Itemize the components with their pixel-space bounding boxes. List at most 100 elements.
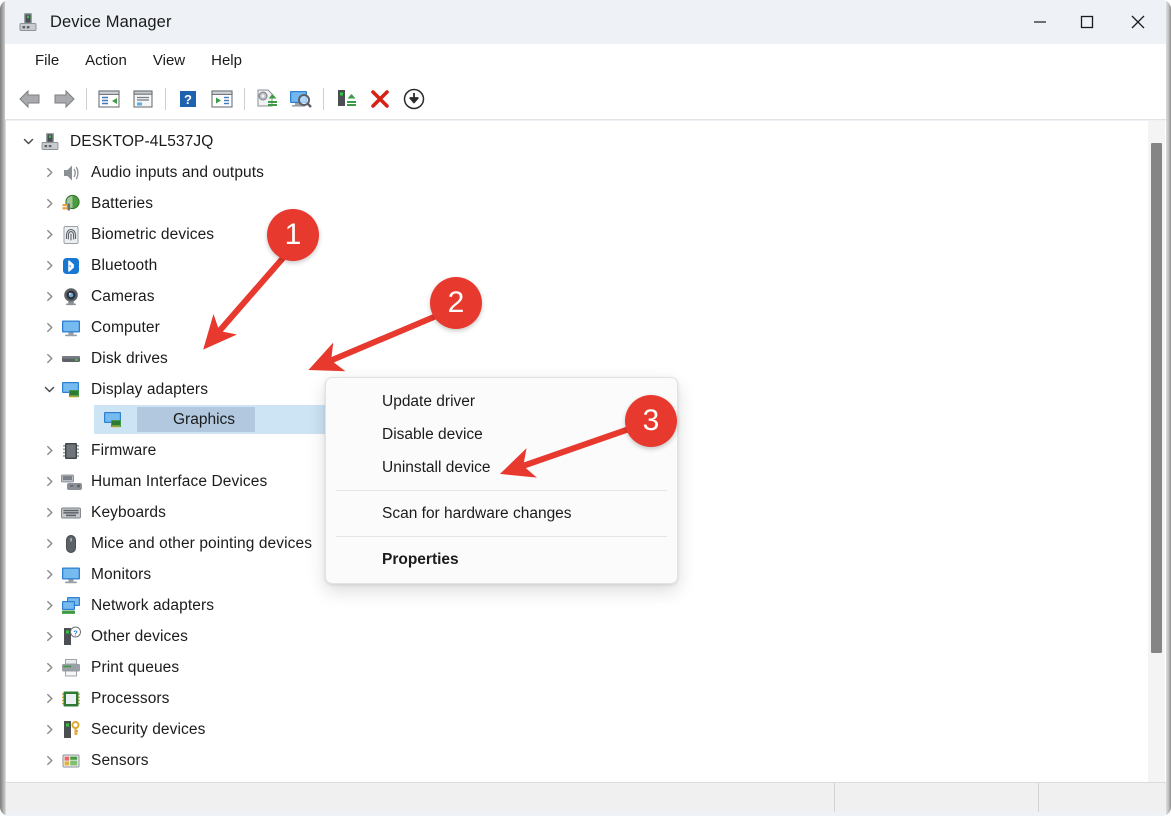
context-menu-item-update-driver[interactable]: Update driver: [326, 385, 677, 418]
annotation-badge-2: 2: [430, 277, 482, 329]
menu-action[interactable]: Action: [72, 49, 140, 73]
mouse-icon: [60, 533, 82, 555]
tree-item-disk-drives[interactable]: Disk drives: [6, 343, 1136, 374]
context-menu[interactable]: Update driver Disable device Uninstall d…: [325, 377, 678, 584]
tree-item-label: Disk drives: [91, 350, 168, 368]
chevron-right-icon[interactable]: [38, 693, 60, 704]
tree-root-node[interactable]: DESKTOP-4L537JQ: [6, 126, 1136, 157]
scan-hardware-icon[interactable]: [284, 83, 318, 115]
tree-item-bluetooth[interactable]: Bluetooth: [6, 250, 1136, 281]
monitor-icon: [60, 564, 82, 586]
chevron-right-icon[interactable]: [38, 476, 60, 487]
speaker-icon: [60, 162, 82, 184]
chevron-right-icon[interactable]: [38, 538, 60, 549]
scrollbar-thumb[interactable]: [1151, 143, 1162, 653]
context-menu-item-scan-for-hardware-changes[interactable]: Scan for hardware changes: [326, 497, 677, 530]
chevron-down-icon[interactable]: [38, 384, 60, 395]
tree-item-label: Sensors: [91, 752, 149, 770]
chevron-right-icon[interactable]: [38, 322, 60, 333]
help-question-icon[interactable]: ?: [171, 83, 205, 115]
chevron-right-icon[interactable]: [38, 167, 60, 178]
toolbar-separator: [86, 88, 87, 110]
chevron-right-icon[interactable]: [38, 631, 60, 642]
tree-item-label: Monitors: [91, 566, 151, 584]
chevron-right-icon[interactable]: [38, 353, 60, 364]
tree-item-other-devices[interactable]: ? Other devices: [6, 621, 1136, 652]
chevron-right-icon[interactable]: [38, 569, 60, 580]
toolbar: ?: [5, 78, 1166, 120]
back-arrow-icon[interactable]: [13, 83, 47, 115]
console-tree-icon[interactable]: [92, 83, 126, 115]
action-pane-icon[interactable]: [205, 83, 239, 115]
unknown-device-icon: ?: [60, 626, 82, 648]
vertical-scrollbar[interactable]: [1148, 121, 1165, 783]
monitor-icon: [60, 317, 82, 339]
menu-help[interactable]: Help: [198, 49, 255, 73]
chevron-right-icon[interactable]: [38, 662, 60, 673]
tree-item-cameras[interactable]: Cameras: [6, 281, 1136, 312]
tree-item-label: Other devices: [91, 628, 188, 646]
tree-item-label: Human Interface Devices: [91, 473, 267, 491]
battery-icon: [60, 193, 82, 215]
properties-window-icon[interactable]: [126, 83, 160, 115]
chevron-right-icon[interactable]: [38, 724, 60, 735]
context-menu-item-properties[interactable]: Properties: [326, 543, 677, 576]
maximize-button[interactable]: [1063, 0, 1110, 44]
chevron-right-icon[interactable]: [38, 229, 60, 240]
status-bar: [6, 782, 1166, 812]
chevron-right-icon[interactable]: [38, 198, 60, 209]
tree-item-label: Cameras: [91, 288, 155, 306]
tree-item-network-adapters[interactable]: Network adapters: [6, 590, 1136, 621]
tree-item-computer[interactable]: Computer: [6, 312, 1136, 343]
device-manager-window: Device Manager File Action View Help: [0, 0, 1171, 816]
annotation-badge-1: 1: [267, 209, 319, 261]
red-x-icon[interactable]: [363, 83, 397, 115]
tree-item-label: Audio inputs and outputs: [91, 164, 264, 182]
chevron-right-icon[interactable]: [38, 445, 60, 456]
tree-item-print-queues[interactable]: Print queues: [6, 652, 1136, 683]
caption-buttons: [1016, 0, 1166, 44]
tree-item-security-devices[interactable]: Security devices: [6, 714, 1136, 745]
context-menu-separator: [336, 536, 667, 537]
tree-item-label: Batteries: [91, 195, 153, 213]
status-bar-panel-2: [834, 783, 1038, 812]
fingerprint-icon: [60, 224, 82, 246]
update-driver-icon[interactable]: [250, 83, 284, 115]
svg-text:?: ?: [184, 92, 192, 107]
menu-file[interactable]: File: [22, 49, 72, 73]
chevron-right-icon[interactable]: [38, 600, 60, 611]
toolbar-separator: [323, 88, 324, 110]
close-button[interactable]: [1110, 0, 1166, 44]
tree-root-label: DESKTOP-4L537JQ: [70, 133, 213, 151]
chevron-down-icon[interactable]: [17, 136, 39, 147]
tree-item-label: Bluetooth: [91, 257, 157, 275]
hid-icon: [60, 471, 82, 493]
disable-device-icon[interactable]: [397, 83, 431, 115]
forward-arrow-icon[interactable]: [47, 83, 81, 115]
chevron-right-icon[interactable]: [38, 260, 60, 271]
menu-view[interactable]: View: [140, 49, 198, 73]
chevron-right-icon[interactable]: [38, 507, 60, 518]
camera-icon: [60, 286, 82, 308]
minimize-button[interactable]: [1016, 0, 1063, 44]
display-adapter-icon: [102, 409, 124, 431]
status-bar-main-panel: [6, 783, 834, 812]
tree-item-label: Network adapters: [91, 597, 214, 615]
tree-item-biometric-devices[interactable]: Biometric devices: [6, 219, 1136, 250]
chevron-right-icon[interactable]: [38, 755, 60, 766]
tree-item-label: Firmware: [91, 442, 156, 460]
tree-item-sensors[interactable]: Sensors: [6, 745, 1136, 776]
tree-item-batteries[interactable]: Batteries: [6, 188, 1136, 219]
device-manager-icon: [17, 11, 39, 33]
chevron-right-icon[interactable]: [38, 291, 60, 302]
tree-item-label: Processors: [91, 690, 170, 708]
enable-device-icon[interactable]: [329, 83, 363, 115]
tree-item-processors[interactable]: Processors: [6, 683, 1136, 714]
title-bar: Device Manager: [5, 0, 1166, 44]
annotation-badge-3: 3: [625, 395, 677, 447]
tree-item-label: Computer: [91, 319, 160, 337]
tree-item-label: Print queues: [91, 659, 179, 677]
context-menu-item-uninstall-device[interactable]: Uninstall device: [326, 451, 677, 484]
tree-item-label: Biometric devices: [91, 226, 214, 244]
tree-item-audio-inputs-and-outputs[interactable]: Audio inputs and outputs: [6, 157, 1136, 188]
